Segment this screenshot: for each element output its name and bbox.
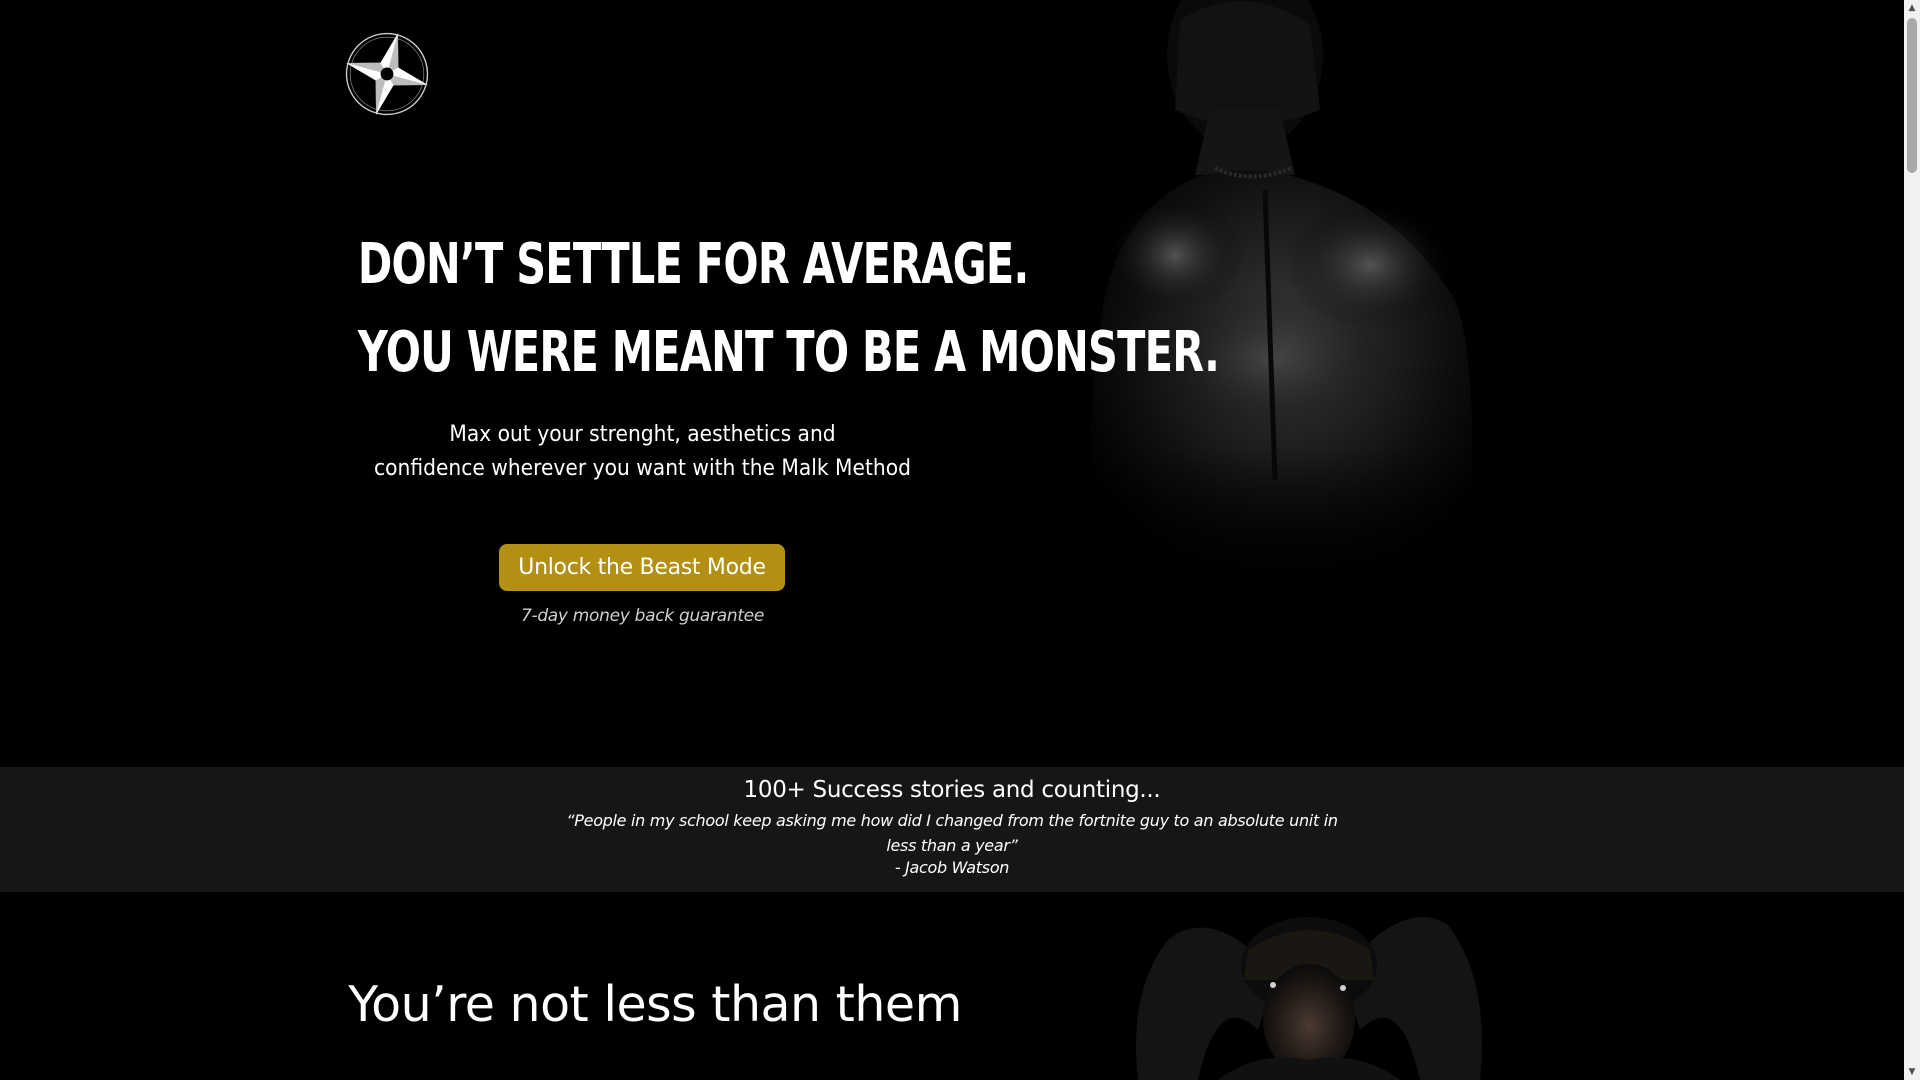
testimonial-quote: “People in my school keep asking me how … xyxy=(566,811,1338,855)
money-back-guarantee-note: 7-day money back guarantee xyxy=(520,606,765,626)
hero-headline-line1: Don’t settle for average. xyxy=(357,232,1029,297)
vertical-scrollbar[interactable]: ▲ ▼ xyxy=(1904,0,1920,1080)
hero-athlete-back-image xyxy=(1070,0,1650,595)
section2-heading: You’re not less than them xyxy=(348,976,962,1033)
testimonial-band: 100+ Success stories and counting... “Pe… xyxy=(0,767,1904,892)
hero-subtext-line2: confidence wherever you want with the Ma… xyxy=(374,456,911,481)
unlock-beast-mode-button[interactable]: Unlock the Beast Mode xyxy=(499,544,785,591)
scroll-up-arrow-icon[interactable]: ▲ xyxy=(1904,0,1920,16)
scrollbar-thumb[interactable] xyxy=(1907,18,1917,173)
shuriken-logo-icon[interactable] xyxy=(341,28,433,120)
athlete-portrait-image xyxy=(1128,910,1490,1080)
testimonial-title: 100+ Success stories and counting... xyxy=(743,777,1161,803)
section2-cutoff-text xyxy=(340,1066,980,1080)
hero-subtext-line1: Max out your strenght, aesthetics and xyxy=(449,422,836,447)
scroll-down-arrow-icon[interactable]: ▼ xyxy=(1904,1064,1920,1080)
hero-headline-line2: You were meant to be a monster. xyxy=(357,320,1220,385)
hero-subtext: Max out your strenght, aesthetics and co… xyxy=(318,418,967,486)
landing-page: Don’t settle for average. You were meant… xyxy=(0,0,1920,1080)
testimonial-author: - Jacob Watson xyxy=(894,858,1010,877)
